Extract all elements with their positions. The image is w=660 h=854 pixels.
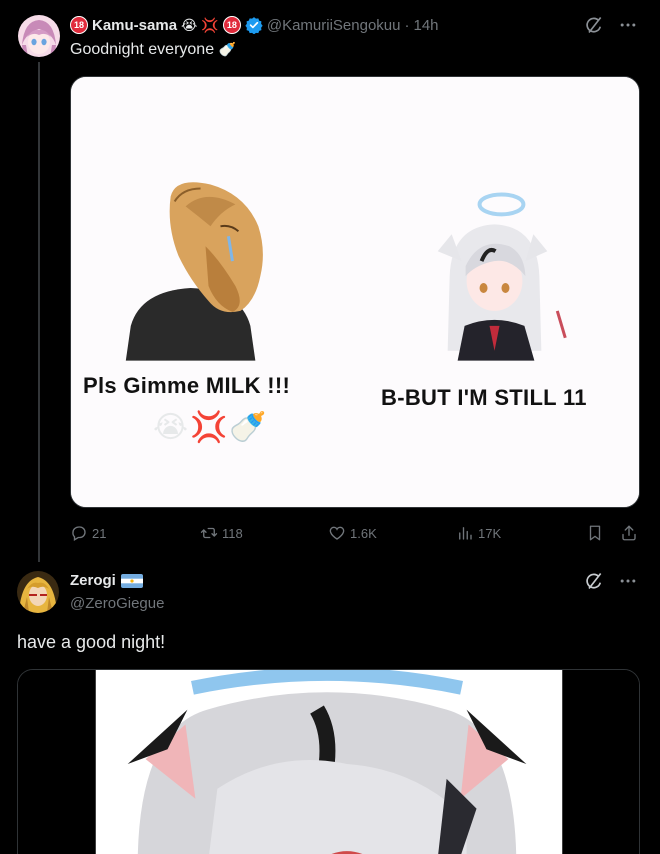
tweet-media-image[interactable]: [17, 669, 640, 854]
user-handle[interactable]: @KamuriiSengokuu: [267, 17, 401, 34]
meme-right-caption: B-BUT I'M STILL 11: [381, 385, 587, 410]
meme-left-caption: Pls Gimme MILK !!!: [83, 373, 291, 398]
separator: ·: [404, 16, 410, 34]
display-name[interactable]: Zerogi: [70, 572, 116, 589]
bookmark-icon: [586, 524, 604, 542]
anger-emoji: 💢: [190, 411, 228, 444]
share-icon: [620, 524, 638, 542]
anime-girl-closeup: [18, 670, 639, 854]
tweet-action-bar: 21 118 1.6K 17K: [70, 524, 640, 544]
repost-button[interactable]: 118: [200, 524, 243, 542]
grok-icon[interactable]: [584, 15, 604, 35]
views-button[interactable]: 17K: [456, 524, 501, 542]
tweet-top-actions: [584, 15, 638, 35]
baby-bottle-emoji: 🍼: [218, 41, 236, 57]
tweet-text: Goodnight everyone 🍼: [70, 41, 236, 59]
tweet-top-actions: [584, 571, 638, 591]
more-icon[interactable]: [618, 15, 638, 35]
grok-icon[interactable]: [584, 571, 604, 591]
more-icon[interactable]: [618, 571, 638, 591]
tweet-header: Zerogi: [70, 572, 143, 589]
age-badge-suffix: 18: [222, 16, 241, 34]
timestamp[interactable]: 14h: [413, 17, 438, 34]
reply-icon: [70, 524, 88, 542]
tweet-header: 18 Kamu-sama 😭 💢 18 @KamuriiSengokuu · 1…: [70, 16, 439, 34]
crying-emoji: 😭: [153, 411, 189, 444]
tweet-text: have a good night!: [17, 632, 166, 652]
reply-count: 21: [92, 525, 107, 541]
reply-button[interactable]: 21: [70, 524, 106, 542]
user-handle[interactable]: @ZeroGiegue: [70, 595, 164, 612]
avatar[interactable]: [17, 571, 59, 613]
like-button[interactable]: 1.6K: [328, 524, 377, 542]
tweet-media-image[interactable]: Pls Gimme MILK !!! B-BUT I'M STILL 11 😭 …: [70, 76, 640, 508]
timeline: 18 Kamu-sama 😭 💢 18 @KamuriiSengokuu · 1…: [0, 0, 660, 854]
display-name[interactable]: Kamu-sama: [92, 17, 177, 34]
name-emoji-anger: 💢: [201, 17, 219, 33]
retweet-icon: [200, 524, 218, 542]
views-count: 17K: [478, 525, 502, 541]
argentina-flag-icon: [120, 573, 143, 588]
repost-count: 118: [222, 525, 243, 541]
thread-line: [38, 62, 40, 562]
like-count: 1.6K: [350, 525, 377, 541]
name-emoji-crying: 😭: [181, 17, 198, 33]
verified-icon: [245, 16, 263, 34]
views-icon: [456, 524, 474, 542]
avatar[interactable]: [18, 15, 60, 57]
tweet-text-body: Goodnight everyone: [70, 41, 215, 58]
meme-emoji-row: 😭 💢 🍼: [153, 413, 267, 443]
like-icon: [328, 524, 346, 542]
baby-bottle-emoji: 🍼: [229, 411, 267, 444]
share-button[interactable]: [620, 524, 638, 542]
age-badge-prefix: 18: [70, 16, 88, 34]
bookmark-button[interactable]: [586, 524, 604, 542]
